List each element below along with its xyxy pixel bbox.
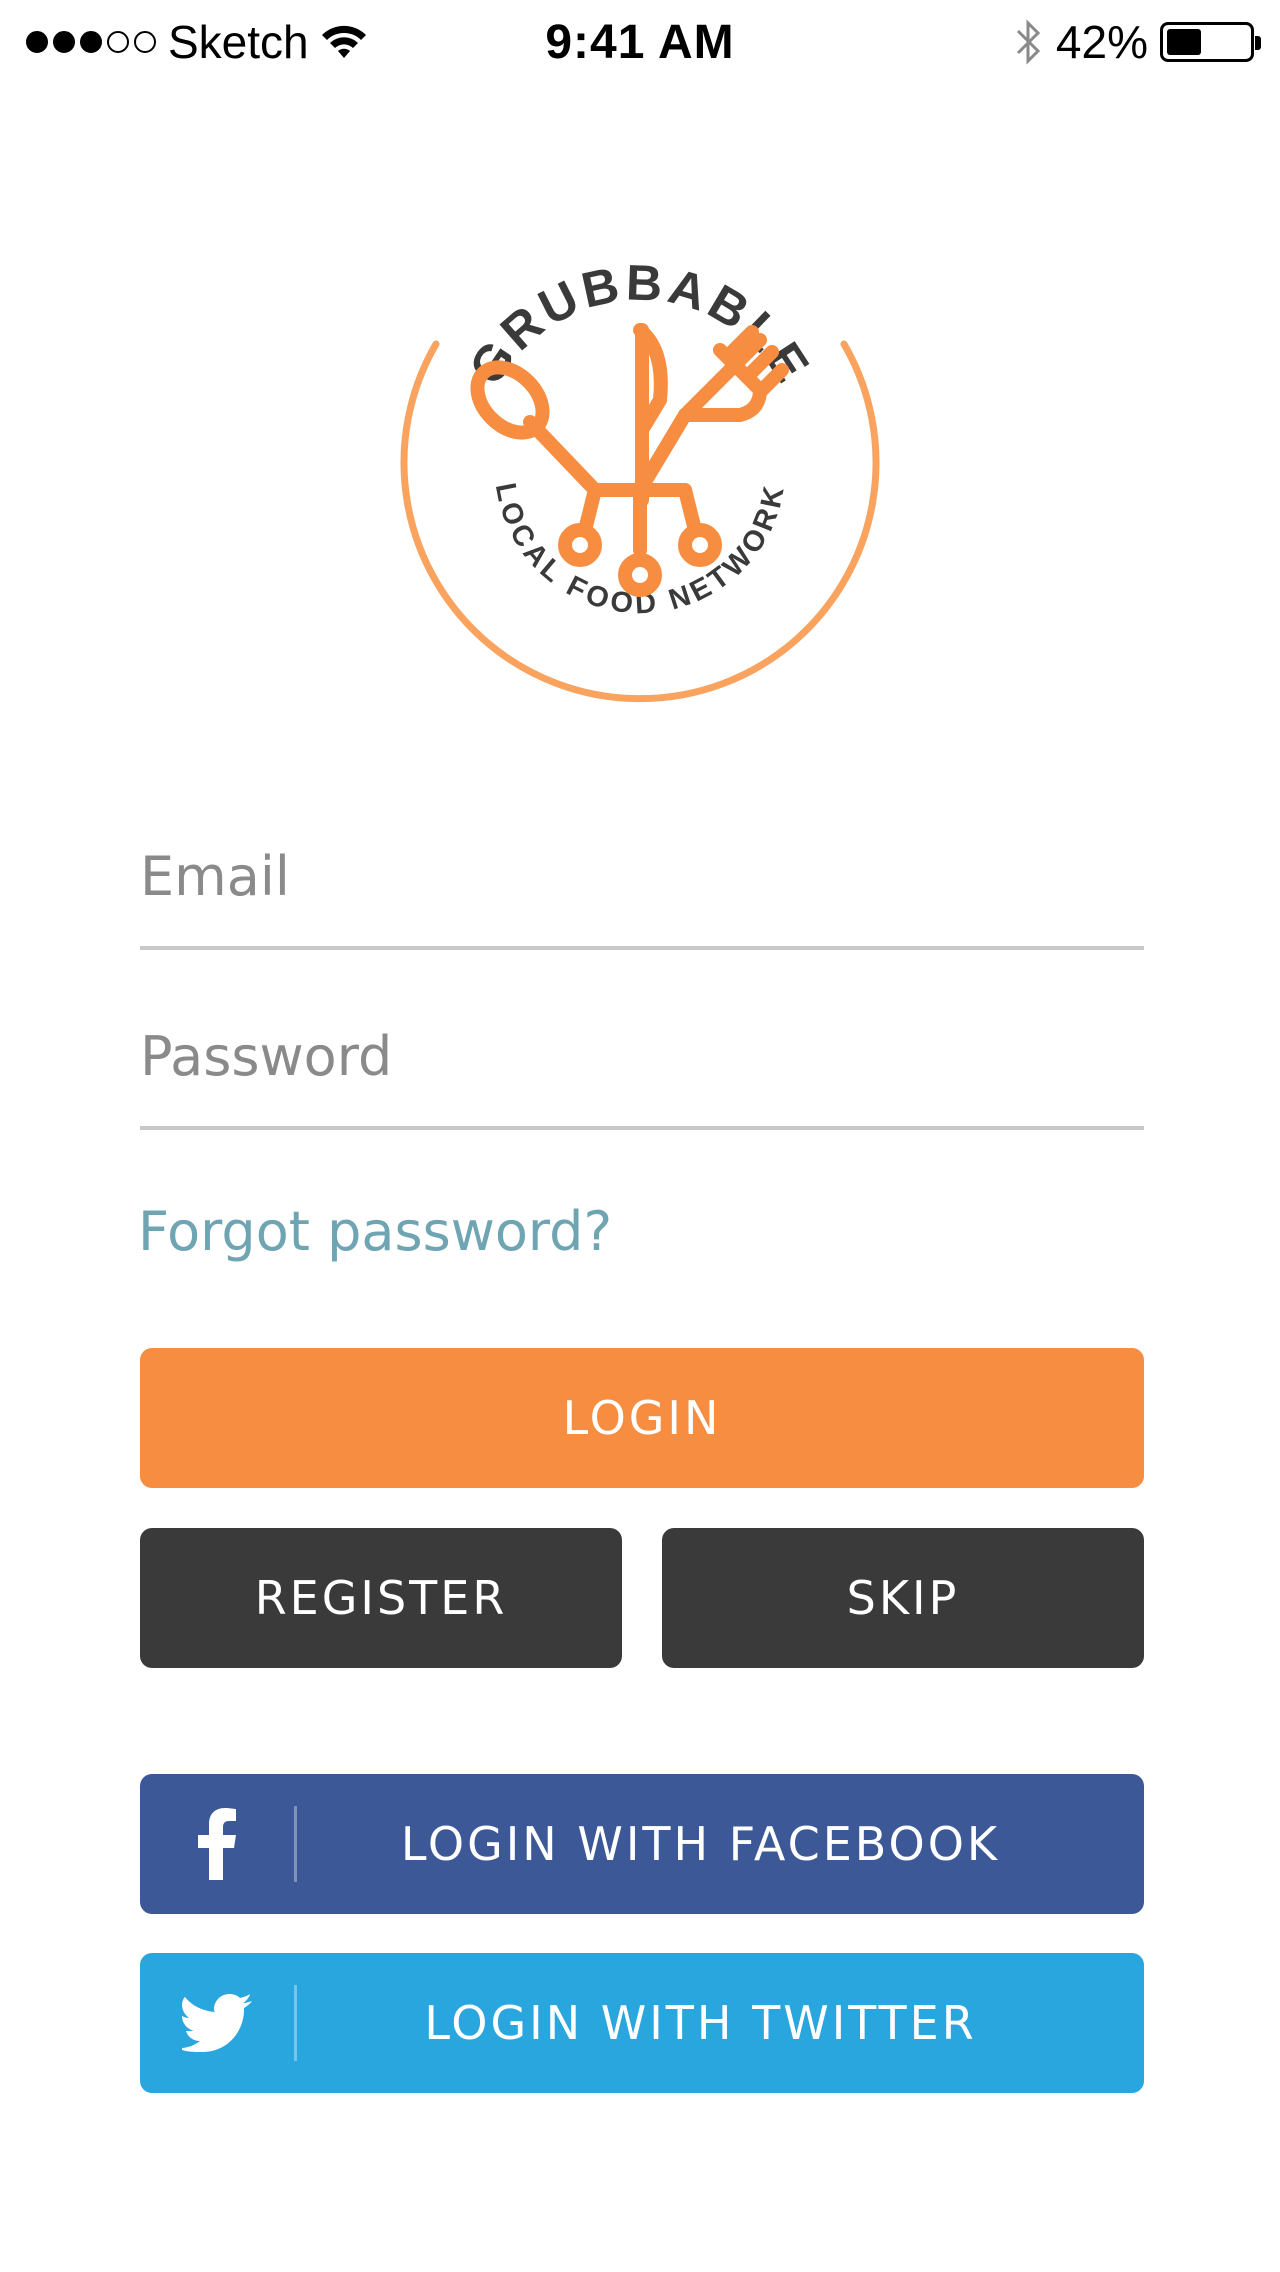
email-input[interactable] xyxy=(140,845,1144,908)
forgot-password-link[interactable]: Forgot password? xyxy=(138,1200,612,1263)
twitter-label: LOGIN WITH TWITTER xyxy=(424,1996,977,2050)
battery-fill xyxy=(1167,29,1201,55)
signal-strength-icon xyxy=(26,31,156,53)
login-screen: Sketch 9:41 AM 42% GRUBBABLE LOCAL FOOD … xyxy=(0,0,1280,2272)
grubbable-logo: GRUBBABLE LOCAL FOOD NETWORK xyxy=(400,254,880,703)
status-time: 9:41 AM xyxy=(545,15,735,69)
status-left: Sketch xyxy=(26,15,367,69)
battery-icon xyxy=(1160,22,1261,62)
login-button[interactable]: LOGIN xyxy=(140,1348,1144,1488)
login-twitter-button[interactable]: LOGIN WITH TWITTER xyxy=(140,1953,1144,2093)
facebook-label: LOGIN WITH FACEBOOK xyxy=(400,1817,1001,1871)
register-button[interactable]: REGISTER xyxy=(140,1528,622,1668)
facebook-icon xyxy=(140,1774,294,1914)
skip-button[interactable]: SKIP xyxy=(662,1528,1144,1668)
password-field[interactable] xyxy=(140,1010,1144,1130)
carrier-name: Sketch xyxy=(168,16,309,68)
login-facebook-button[interactable]: LOGIN WITH FACEBOOK xyxy=(140,1774,1144,1914)
twitter-icon xyxy=(140,1953,294,2093)
bluetooth-icon xyxy=(1016,19,1041,65)
battery-percent: 42% xyxy=(1055,16,1148,68)
status-bar: Sketch 9:41 AM 42% xyxy=(0,0,1280,84)
status-right: 42% xyxy=(1014,15,1261,69)
password-input[interactable] xyxy=(140,1025,1144,1088)
wifi-icon xyxy=(321,25,366,58)
email-field[interactable] xyxy=(140,830,1144,950)
